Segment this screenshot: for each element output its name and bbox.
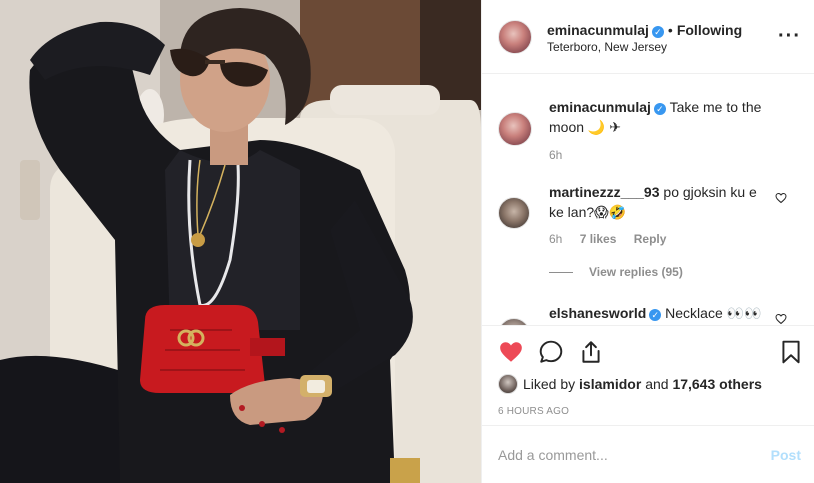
- comment-input[interactable]: [498, 444, 748, 466]
- comments-list[interactable]: eminacunmulaj ✓ Take me to the moon 🌙 ✈ 6…: [482, 75, 814, 325]
- comment-meta: 6h 7 likes Reply: [549, 232, 680, 246]
- comment-likes-count[interactable]: 7 likes: [580, 232, 617, 246]
- caption-timestamp[interactable]: 6h: [549, 148, 562, 162]
- comment-text: Necklace 👀👀: [665, 305, 762, 321]
- post-photo[interactable]: [0, 0, 481, 483]
- comment-like-heart-icon[interactable]: [775, 192, 787, 204]
- verified-badge-icon: ✓: [653, 103, 666, 115]
- comment-username[interactable]: elshanesworld: [549, 305, 646, 321]
- caption-username[interactable]: eminacunmulaj: [549, 99, 651, 115]
- liker-avatar: [498, 374, 518, 394]
- author-avatar[interactable]: [498, 20, 532, 54]
- comment-icon[interactable]: [538, 339, 564, 365]
- photo-illustration: [0, 0, 481, 483]
- comment-item: elshanesworld ✓ Necklace 👀👀: [549, 303, 779, 323]
- header-title-line: eminacunmulaj ✓ • Following: [547, 22, 742, 38]
- likes-prefix: Liked by: [523, 376, 576, 392]
- following-button[interactable]: Following: [677, 22, 742, 38]
- post-location[interactable]: Teterboro, New Jersey: [547, 40, 667, 54]
- liker-username[interactable]: islamidor: [579, 376, 641, 392]
- caption: eminacunmulaj ✓ Take me to the moon 🌙 ✈: [549, 97, 789, 137]
- view-replies-button[interactable]: View replies (95): [549, 265, 683, 279]
- likes-others-count[interactable]: 17,643 others: [672, 376, 762, 392]
- replies-divider-line: [549, 272, 573, 274]
- post-comment-button[interactable]: Post: [771, 447, 801, 463]
- verified-badge-icon: ✓: [649, 309, 662, 321]
- author-username[interactable]: eminacunmulaj: [547, 22, 649, 38]
- likes-middle: and: [645, 376, 669, 392]
- verified-badge-icon: ✓: [651, 26, 664, 38]
- bookmark-icon[interactable]: [778, 339, 804, 365]
- post-actions: Liked by islamidor and 17,643 others 6 H…: [482, 325, 814, 425]
- likes-summary[interactable]: Liked by islamidor and 17,643 others: [498, 374, 762, 394]
- share-icon[interactable]: [578, 339, 604, 365]
- caption-author-avatar[interactable]: [498, 112, 532, 146]
- separator-dot: •: [667, 22, 673, 38]
- comment-timestamp[interactable]: 6h: [549, 232, 562, 246]
- reply-button[interactable]: Reply: [634, 232, 667, 246]
- comment-item: martinezzz___93 po gjoksin ku e ke lan?😱…: [549, 182, 764, 222]
- more-horizontal-icon[interactable]: ···: [778, 25, 801, 48]
- post-timestamp[interactable]: 6 HOURS AGO: [498, 406, 569, 417]
- post-header: eminacunmulaj ✓ • Following Teterboro, New …: [482, 0, 814, 74]
- comment-like-heart-icon[interactable]: [775, 313, 787, 325]
- view-replies-label: View replies (95): [589, 265, 683, 279]
- heart-filled-icon[interactable]: [498, 339, 524, 365]
- commenter-avatar[interactable]: [498, 318, 530, 325]
- commenter-avatar[interactable]: [498, 197, 530, 229]
- comment-username[interactable]: martinezzz___93: [549, 184, 660, 200]
- post-side-panel: eminacunmulaj ✓ • Following Teterboro, New …: [481, 0, 814, 483]
- add-comment-bar: Post: [482, 425, 814, 483]
